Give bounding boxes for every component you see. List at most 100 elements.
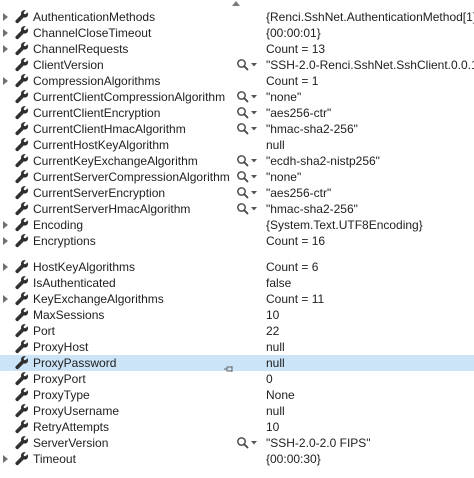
property-row[interactable]: ClientVersion "SSH-2.0-Renci.SshNet.SshCl…	[0, 57, 474, 73]
property-value[interactable]: Count = 11	[266, 291, 324, 307]
scroll-up-icon[interactable]	[230, 0, 242, 8]
property-row[interactable]: CurrentServerHmacAlgorithm "hmac-sha2-256…	[0, 201, 474, 217]
chevron-right-icon[interactable]	[3, 237, 8, 245]
property-value[interactable]: "none"	[266, 89, 301, 105]
magnifier-dropdown-icon[interactable]	[236, 122, 260, 136]
property-row[interactable]: CurrentServerEncryption "aes256-ctr"	[0, 185, 474, 201]
property-row[interactable]: Encoding {System.Text.UTF8Encoding}	[0, 217, 474, 233]
property-row[interactable]: AuthenticationMethods {Renci.SshNet.Authe…	[0, 9, 474, 25]
property-name: Timeout	[33, 452, 76, 466]
property-row[interactable]: HostKeyAlgorithms Count = 6	[0, 259, 474, 275]
property-row[interactable]: CurrentServerCompressionAlgorithm "none"	[0, 169, 474, 185]
chevron-right-icon[interactable]	[3, 77, 8, 85]
wrench-icon	[15, 234, 29, 248]
property-row[interactable]: ServerVersion "SSH-2.0-2.0 FIPS"	[0, 435, 474, 451]
wrench-icon	[15, 170, 29, 184]
property-name: IsAuthenticated	[33, 276, 116, 290]
chevron-right-icon[interactable]	[3, 29, 8, 37]
magnifier-dropdown-icon[interactable]	[236, 170, 260, 184]
wrench-icon	[15, 276, 29, 290]
magnifier-dropdown-icon[interactable]	[236, 186, 260, 200]
property-name: Port	[33, 324, 56, 338]
wrench-icon	[15, 58, 29, 72]
property-row[interactable]: CurrentHostKeyAlgorithm null	[0, 137, 474, 153]
property-row[interactable]: Encryptions Count = 16	[0, 233, 474, 249]
property-name: ServerVersion	[33, 436, 109, 450]
property-row[interactable]: IsAuthenticated false	[0, 275, 474, 291]
property-value[interactable]: null	[266, 355, 285, 371]
property-value[interactable]: "ecdh-sha2-nistp256"	[266, 153, 380, 169]
property-row[interactable]: CurrentKeyExchangeAlgorithm "ecdh-sha2-ni…	[0, 153, 474, 169]
property-value[interactable]: 10	[266, 307, 279, 323]
magnifier-dropdown-icon[interactable]	[236, 58, 260, 72]
property-value[interactable]: false	[266, 275, 291, 291]
property-value[interactable]: 0	[266, 371, 273, 387]
property-row[interactable]: CurrentClientHmacAlgorithm "hmac-sha2-256…	[0, 121, 474, 137]
property-row[interactable]: ProxyType None	[0, 387, 474, 403]
property-row[interactable]: ProxyPort 0	[0, 371, 474, 387]
property-name: CurrentClientCompressionAlgorithm	[33, 90, 226, 104]
property-row[interactable]: ChannelRequests Count = 13	[0, 41, 474, 57]
property-row[interactable]: CurrentClientEncryption "aes256-ctr"	[0, 105, 474, 121]
wrench-icon	[15, 186, 29, 200]
wrench-icon	[15, 154, 29, 168]
property-value[interactable]: {Renci.SshNet.AuthenticationMethod[1]}	[266, 9, 474, 25]
magnifier-dropdown-icon[interactable]	[236, 154, 260, 168]
property-value[interactable]: Count = 1	[266, 73, 318, 89]
property-row[interactable]: ProxyHost null	[0, 339, 474, 355]
chevron-right-icon[interactable]	[3, 295, 8, 303]
wrench-icon	[15, 138, 29, 152]
property-value[interactable]: "SSH-2.0-Renci.SshNet.SshClient.0.0.1"	[266, 57, 474, 73]
chevron-right-icon[interactable]	[3, 45, 8, 53]
property-value[interactable]: Count = 6	[266, 259, 318, 275]
chevron-right-icon[interactable]	[3, 263, 8, 271]
wrench-icon	[15, 74, 29, 88]
property-value[interactable]: "none"	[266, 169, 301, 185]
property-value[interactable]: {00:00:01}	[266, 25, 321, 41]
chevron-right-icon[interactable]	[3, 221, 8, 229]
property-name: ProxyPassword	[33, 356, 117, 370]
property-row[interactable]: Timeout {00:00:30}	[0, 451, 474, 467]
property-name: CurrentServerEncryption	[33, 186, 166, 200]
property-value[interactable]: null	[266, 403, 285, 419]
property-name: CurrentClientEncryption	[33, 106, 161, 120]
wrench-icon	[15, 372, 29, 386]
magnifier-dropdown-icon[interactable]	[236, 436, 260, 450]
property-value[interactable]: "aes256-ctr"	[266, 185, 331, 201]
wrench-icon	[15, 452, 29, 466]
property-value[interactable]: "hmac-sha2-256"	[266, 121, 358, 137]
property-value[interactable]: {System.Text.UTF8Encoding}	[266, 217, 423, 233]
property-row[interactable]: MaxSessions 10	[0, 307, 474, 323]
wrench-icon	[15, 340, 29, 354]
property-row[interactable]: ChannelCloseTimeout {00:00:01}	[0, 25, 474, 41]
property-value[interactable]: "SSH-2.0-2.0 FIPS"	[266, 435, 371, 451]
property-row[interactable]: CurrentClientCompressionAlgorithm "none"	[0, 89, 474, 105]
property-value[interactable]: None	[266, 387, 295, 403]
property-row[interactable]: RetryAttempts 10	[0, 419, 474, 435]
property-value[interactable]: null	[266, 339, 285, 355]
property-row[interactable]: ProxyUsername null	[0, 403, 474, 419]
property-value[interactable]: null	[266, 137, 285, 153]
property-value[interactable]: {00:00:30}	[266, 451, 321, 467]
property-value[interactable]: 22	[266, 323, 279, 339]
property-value[interactable]: "hmac-sha2-256"	[266, 201, 358, 217]
pin-icon[interactable]	[224, 360, 234, 372]
wrench-icon	[15, 420, 29, 434]
chevron-right-icon[interactable]	[3, 455, 8, 463]
magnifier-dropdown-icon[interactable]	[236, 202, 260, 216]
property-grid: AuthenticationMethods {Renci.SshNet.Authe…	[0, 9, 474, 467]
property-row[interactable]: CompressionAlgorithms Count = 1	[0, 73, 474, 89]
property-value[interactable]: "aes256-ctr"	[266, 105, 331, 121]
wrench-icon	[15, 10, 29, 24]
magnifier-dropdown-icon[interactable]	[236, 106, 260, 120]
property-row[interactable]: ProxyPassword null	[0, 355, 474, 372]
magnifier-dropdown-icon[interactable]	[236, 90, 260, 104]
property-value[interactable]: Count = 13	[266, 41, 325, 57]
wrench-icon	[15, 218, 29, 232]
chevron-right-icon[interactable]	[3, 13, 8, 21]
property-row[interactable]: KeyExchangeAlgorithms Count = 11	[0, 291, 474, 307]
property-value[interactable]: Count = 16	[266, 233, 325, 249]
property-name: HostKeyAlgorithms	[33, 260, 136, 274]
property-value[interactable]: 10	[266, 419, 279, 435]
property-row[interactable]: Port 22	[0, 323, 474, 339]
